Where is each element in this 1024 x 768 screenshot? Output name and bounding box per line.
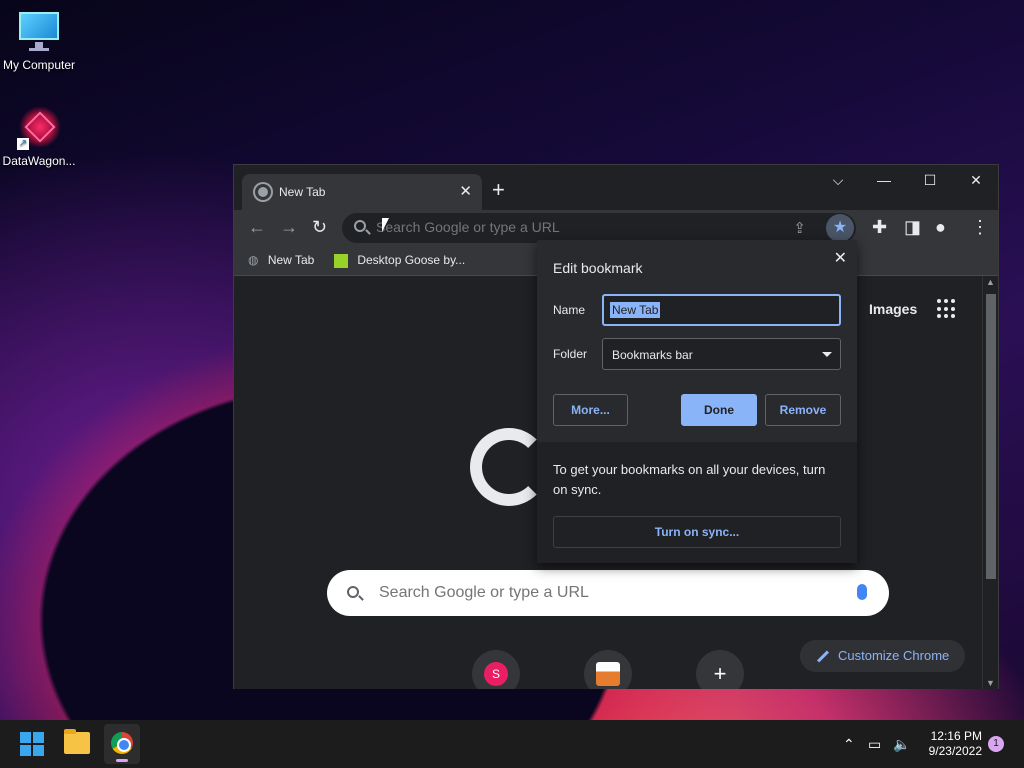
forward-arrow-icon[interactable]: → (280, 218, 298, 236)
clock-time: 12:16 PM (930, 729, 982, 743)
close-icon[interactable]: ✕ (834, 248, 847, 268)
monitor-icon (17, 10, 61, 54)
desktop-icon-my-computer[interactable]: My Computer (0, 10, 78, 72)
shortcut-initial: S (484, 662, 508, 686)
shortcut-tile[interactable] (584, 650, 632, 689)
sync-promo: To get your bookmarks on all your device… (537, 442, 857, 563)
sync-text: To get your bookmarks on all your device… (553, 462, 826, 497)
tab-strip: New Tab ✕ + ⌵ — ☐ ✕ (234, 165, 998, 210)
globe-icon: ◍ (248, 253, 259, 267)
images-link[interactable]: Images (869, 301, 917, 317)
bookmark-label: New Tab (267, 253, 315, 267)
chrome-logo-icon (111, 732, 133, 754)
done-button[interactable]: Done (681, 394, 757, 426)
omnibox-input[interactable] (376, 219, 796, 235)
minimize-button[interactable]: — (861, 165, 907, 195)
scrollbar-thumb[interactable] (986, 294, 996, 579)
chevron-up-icon[interactable]: ⌃ (843, 736, 855, 753)
tab-title: New Tab (279, 185, 326, 199)
tab-search-button[interactable]: ⌵ (815, 165, 861, 195)
maximize-button[interactable]: ☐ (907, 165, 953, 195)
scroll-down-icon[interactable]: ▼ (986, 678, 995, 688)
new-tab-button[interactable]: + (492, 179, 505, 201)
menu-kebab-icon[interactable]: ⋮ (971, 218, 989, 236)
remove-button[interactable]: Remove (765, 394, 841, 426)
chrome-favicon-icon (255, 184, 271, 200)
bookmark-label: Desktop Goose by... (357, 253, 466, 267)
vertical-scrollbar[interactable]: ▲ ▼ (982, 276, 998, 689)
tab-close-icon[interactable]: ✕ (459, 182, 472, 200)
bookmark-new-tab[interactable]: ◍ New Tab (248, 253, 314, 267)
search-icon (347, 586, 359, 598)
profile-icon[interactable]: ● (935, 218, 946, 236)
close-window-button[interactable]: ✕ (953, 165, 999, 195)
add-shortcut-tile[interactable]: + (696, 650, 744, 689)
more-button[interactable]: More... (553, 394, 628, 426)
customize-label: Customize Chrome (838, 648, 950, 663)
store-icon (596, 662, 620, 686)
bookmark-name-field[interactable]: New Tab (602, 294, 841, 326)
dialog-title: Edit bookmark (553, 260, 643, 276)
ntp-search-box[interactable] (327, 570, 889, 616)
reload-icon[interactable]: ↻ (312, 218, 327, 236)
windows-start-icon[interactable] (20, 732, 44, 756)
active-indicator (116, 759, 128, 762)
search-icon (354, 220, 366, 232)
shortcut-arrow-icon: ↗ (17, 138, 29, 150)
side-panel-icon[interactable]: ◨ (904, 218, 921, 236)
datawagon-app-icon: ↗ (17, 106, 61, 150)
desktop-icon-datawagon[interactable]: ↗ DataWagon... (0, 106, 78, 168)
folder-select[interactable]: Bookmarks bar (602, 338, 841, 370)
microphone-icon[interactable] (857, 584, 867, 600)
clock-date: 9/23/2022 (928, 744, 982, 758)
scroll-up-icon[interactable]: ▲ (986, 277, 995, 287)
system-clock[interactable]: 12:16 PM 9/23/2022 (920, 729, 982, 759)
extensions-icon[interactable]: ✚ (872, 218, 887, 236)
mouse-cursor-icon (382, 218, 394, 232)
bookmark-desktop-goose[interactable]: Desktop Goose by... (334, 253, 465, 268)
bookmark-name-value: New Tab (610, 302, 661, 318)
bookmark-star-icon[interactable]: ★ (826, 214, 854, 242)
notification-badge[interactable]: 1 (988, 736, 1004, 752)
goose-favicon-icon (334, 253, 348, 268)
customize-chrome-button[interactable]: Customize Chrome (800, 640, 966, 672)
ntp-search-input[interactable] (379, 584, 819, 602)
tab-new-tab[interactable]: New Tab ✕ (242, 174, 482, 210)
desktop-icon-label: My Computer (2, 58, 76, 72)
volume-icon[interactable]: 🔈 (893, 736, 910, 753)
back-arrow-icon[interactable]: ← (248, 218, 266, 236)
share-icon[interactable]: ⇪ (793, 219, 806, 237)
pencil-icon (816, 650, 830, 663)
file-explorer-icon[interactable] (64, 729, 90, 754)
add-shortcut-icon: + (713, 661, 727, 686)
turn-on-sync-button[interactable]: Turn on sync... (553, 516, 841, 548)
folder-label: Folder (553, 347, 588, 361)
network-icon[interactable]: ▭ (868, 736, 881, 753)
omnibox[interactable]: ⇪ ★ (342, 213, 856, 243)
taskbar-chrome-button[interactable] (104, 724, 140, 764)
name-label: Name (553, 303, 586, 317)
taskbar: ⌃ ▭ 🔈 12:16 PM 9/23/2022 1 (0, 720, 1024, 768)
shortcut-tile[interactable]: S (472, 650, 520, 689)
desktop-icon-label: DataWagon... (2, 154, 76, 168)
chevron-down-icon (822, 352, 832, 357)
apps-grid-icon[interactable] (937, 299, 957, 319)
folder-value: Bookmarks bar (612, 348, 693, 362)
edit-bookmark-dialog: Edit bookmark ✕ Name New Tab Folder Book… (537, 240, 857, 563)
